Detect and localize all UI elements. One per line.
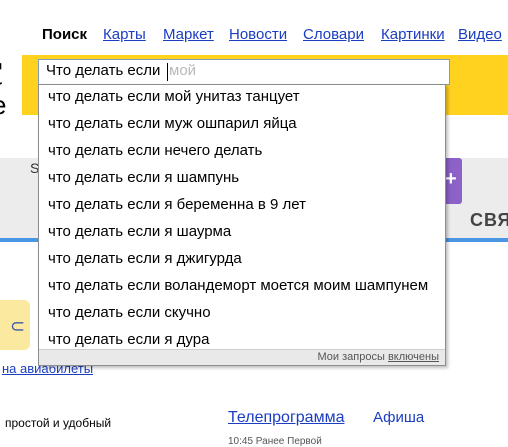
nav-tab-market[interactable]: Маркет xyxy=(163,26,214,43)
suggestion-item[interactable]: что делать если скучно xyxy=(48,304,211,321)
plus-icon: + xyxy=(445,168,457,190)
suggestion-item[interactable]: что делать если я шампунь xyxy=(48,169,239,186)
suggestion-item[interactable]: что делать если нечего делать xyxy=(48,142,262,159)
suggestion-item[interactable]: что делать если воландеморт моется моим … xyxy=(48,277,428,294)
tv-program-link[interactable]: Телепрограмма xyxy=(228,409,344,427)
nav-tab-news[interactable]: Новости xyxy=(229,26,287,43)
my-queries-toggle-link[interactable]: включены xyxy=(388,351,439,363)
suggestion-item[interactable]: что делать если я шаурма xyxy=(48,223,231,240)
afisha-link[interactable]: Афиша xyxy=(373,409,424,426)
nav-tab-images[interactable]: Картинки xyxy=(381,26,445,43)
suggestion-dropdown: что делать если мой унитаз танцует что д… xyxy=(38,84,446,366)
magnet-icon: ⊂ xyxy=(10,316,26,336)
nav-tab-search[interactable]: Поиск xyxy=(42,26,87,43)
suggestion-item[interactable]: что делать если мой унитаз танцует xyxy=(48,88,300,105)
nav-tab-dictionaries[interactable]: Словари xyxy=(303,26,364,43)
my-queries-label: Мои запросы xyxy=(317,351,385,363)
nav-tab-video[interactable]: Видео xyxy=(458,26,502,43)
suggestion-item[interactable]: что делать если муж ошпарил яйца xyxy=(48,115,297,132)
promo-text: простой и удобный xyxy=(5,416,112,430)
suggestion-item[interactable]: что делать если я джигурда xyxy=(48,250,242,267)
dropdown-footer: Мои запросы включены xyxy=(39,349,445,365)
text-caret xyxy=(167,63,168,81)
suggestion-item[interactable]: что делать если я беременна в 9 лет xyxy=(48,196,306,213)
widget-tile[interactable]: ⊂ xyxy=(0,300,30,350)
my-queries-status: Мои запросы включены xyxy=(318,351,439,363)
logo-letter: с xyxy=(0,44,3,97)
ad-logo-text: СВЯ xyxy=(470,210,508,230)
nav-tab-maps[interactable]: Карты xyxy=(103,26,146,43)
search-ghost-completion: мой xyxy=(169,62,197,79)
suggestion-item[interactable]: что делать если я дура xyxy=(48,331,209,348)
logo-fragment: е xyxy=(0,92,14,122)
logo-letter-e: е xyxy=(0,92,6,121)
search-typed-text: Что делать если xyxy=(46,62,161,79)
